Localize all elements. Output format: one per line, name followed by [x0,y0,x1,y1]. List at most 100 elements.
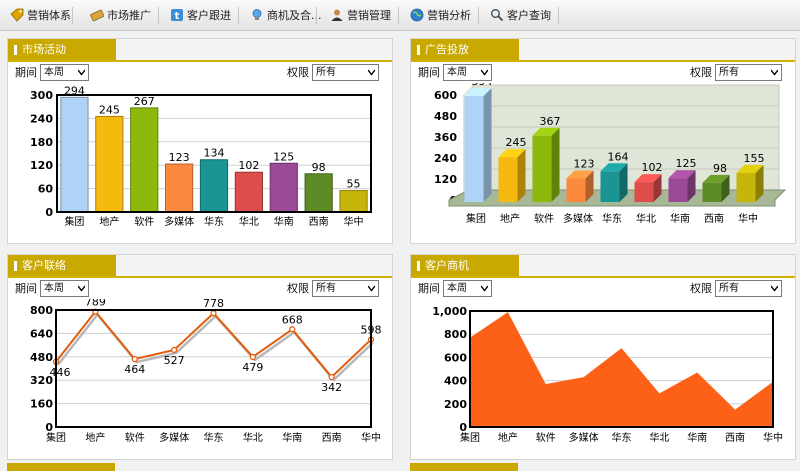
area-fill [470,312,773,427]
y-tick-label: 800 [30,304,53,317]
bar [600,171,620,202]
x-tick-label: 华东 [612,431,632,444]
permission-label: 权限 [690,282,712,295]
permission-select[interactable]: 所有 [312,64,379,81]
menu-divider [478,7,479,24]
data-label: 668 [282,313,303,326]
panel-title: 客户联络 [22,259,66,272]
period-label: 期间 [15,66,37,79]
period-select[interactable]: 本周 [40,64,89,81]
ticket-icon [90,9,104,22]
menu-item-marketing-management[interactable]: 营销管理 [330,0,391,30]
panel-market-activity: 市场活动 期间 本周 权限 所有 0 60 120 180 240 300 294 集团 245… [7,38,393,244]
x-tick-label: 集团 [460,431,480,444]
permission-select[interactable]: 所有 [715,64,782,81]
x-tick-label: 华南 [282,431,302,444]
data-label: 594 [472,83,493,88]
panel-customer-opportunity: 客户商机 期间 本周 权限 所有 0 200 400 600 800 1,000 集团 地产软… [410,254,796,460]
menu-item-marketing-system[interactable]: 营销体系 [10,0,71,30]
panel-title: 客户商机 [425,259,469,272]
y-tick-label: 360 [434,131,457,144]
y-tick-label: 600 [444,351,467,364]
menu-divider [316,7,317,24]
data-label: 155 [744,152,765,165]
x-tick-label: 地产 [498,431,518,444]
bar [532,135,552,202]
x-tick-label: 软件 [534,212,554,225]
panel-title-tab: 客户商机 [411,255,519,276]
data-label: 245 [99,103,120,116]
period-label: 期间 [418,282,440,295]
panel-advertising: 广告投放 期间 本周 权限 所有 0120240360480600594集团24… [410,38,796,244]
lightbulb-icon [252,9,262,20]
data-label: 134 [204,147,225,160]
permission-select-value: 所有 [719,67,739,78]
period-select[interactable]: 本周 [443,64,492,81]
x-tick-label: 西南 [309,215,329,228]
menu-item-customer-followup[interactable]: t 客户跟进 [170,0,231,30]
x-tick-label: 软件 [125,431,145,444]
bar [60,96,89,213]
bar [165,163,194,213]
x-tick-label: 华中 [344,215,364,228]
data-label: 123 [169,151,190,164]
panel-title: 广告投放 [425,43,469,56]
period-select-value: 本周 [447,283,467,294]
customer-contact-line-chart: 0160320480640800446集团789地产464软件527多媒体778… [30,299,381,444]
x-tick-label: 集团 [466,212,486,225]
menu-item-market-promotion[interactable]: 市场推广 [90,0,151,30]
panel-header: 市场活动 [8,39,392,62]
panel-header: 客户联络 [8,255,392,278]
data-label: 123 [574,157,595,170]
data-label: 267 [134,95,155,108]
y-tick-label: 60 [38,183,54,196]
panel-title-tab: 市场活动 [8,39,116,60]
panel-header: 广告投放 [411,39,795,62]
permission-label: 权限 [287,66,309,79]
permission-label: 权限 [287,282,309,295]
menu-item-marketing-analysis[interactable]: 营销分析 [410,0,471,30]
advertising-3d-bar-chart: 0120240360480600594集团245地产367软件123多媒体164… [434,83,787,225]
x-tick-label: 华南 [687,431,707,444]
panel-customer-contact: 客户联络 期间 本周 权限 所有 0 160 320 480 640 800 446 集团 78… [7,254,393,460]
svg-text:t: t [175,11,180,22]
customer-opportunity-area-chart: 02004006008001,000集团 地产 软件 多媒体 华东 华北 华南 西南 华中 [432,305,783,444]
menu-divider [398,7,399,24]
menu-divider [72,7,73,24]
bar [498,157,518,202]
data-point [249,353,257,361]
y-tick-label: 240 [434,152,457,165]
period-select[interactable]: 本周 [443,280,492,297]
permission-select-value: 所有 [316,67,336,78]
y-tick-label: 800 [444,328,467,341]
x-tick-label: 软件 [134,215,154,228]
bar [464,96,484,202]
x-tick-label: 多媒体 [569,431,599,444]
data-point [328,373,335,381]
x-tick-label: 软件 [536,431,556,444]
data-label: 778 [203,299,224,310]
menu-item-opportunity[interactable]: 商机及合... [250,0,322,30]
period-select[interactable]: 本周 [40,280,89,297]
bar [339,190,368,213]
permission-select[interactable]: 所有 [715,280,782,297]
bar-side [551,127,560,202]
x-tick-label: 西南 [322,431,342,444]
menu-item-customer-search[interactable]: 客户查询 [490,0,551,30]
data-label: 98 [312,161,326,174]
y-tick-label: 240 [30,112,53,125]
bar [634,182,654,202]
x-tick-label: 地产 [85,431,105,444]
chevron-down-icon [78,285,85,292]
y-tick-label: 120 [30,159,53,172]
y-tick-label: 160 [30,398,53,411]
period-select-value: 本周 [44,283,64,294]
bar [702,182,722,202]
y-tick-label: 180 [30,136,53,149]
permission-select[interactable]: 所有 [312,280,379,297]
x-tick-label: 华东 [602,212,622,225]
globe-icon [410,8,424,22]
data-label: 125 [273,150,294,163]
bar [566,178,586,202]
data-label: 245 [506,136,527,149]
